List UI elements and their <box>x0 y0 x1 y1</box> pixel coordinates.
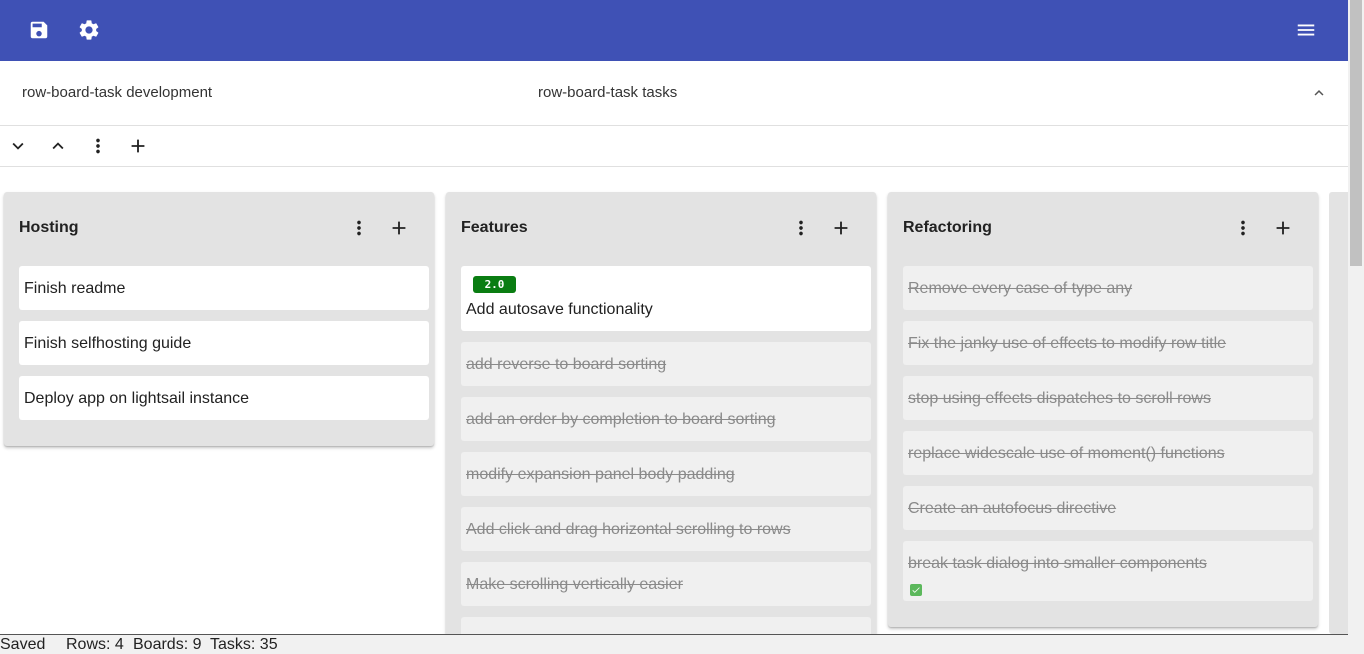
board-title: Hosting <box>19 219 79 236</box>
task-text: Add click and drag horizontal scrolling … <box>466 521 791 538</box>
board-hosting: Hosting Finish readme Finish selfhosting… <box>4 192 434 446</box>
task-text: add reverse to board sorting <box>466 356 667 373</box>
settings-button[interactable] <box>73 14 105 46</box>
scrollbar-thumb[interactable] <box>1350 0 1362 266</box>
top-toolbar <box>0 0 1348 61</box>
task-card[interactable]: Remove every case of type any <box>903 266 1313 310</box>
add-task-button[interactable] <box>387 216 411 240</box>
task-tag: 2.0 <box>473 276 516 293</box>
checklist-complete-icon <box>910 584 922 596</box>
chevron-up-icon <box>52 142 64 150</box>
task-text: Create an autofocus directive <box>908 500 1117 517</box>
task-card[interactable]: add an order by completion to board sort… <box>461 397 871 441</box>
chevron-up-icon <box>1314 90 1324 96</box>
board-title: Refactoring <box>903 219 992 236</box>
task-card[interactable]: Finish selfhosting guide <box>19 321 429 365</box>
row-panel-header[interactable]: row-board-task development row-board-tas… <box>0 61 1348 126</box>
chevron-down-icon <box>12 142 24 150</box>
menu-icon <box>1297 24 1315 36</box>
row-subtitle: row-board-task tasks <box>538 84 678 101</box>
task-card[interactable]: Finish readme <box>19 266 429 310</box>
task-text: break task dialog into smaller component… <box>908 555 1207 572</box>
more-vert-icon <box>96 138 100 154</box>
row-options-button[interactable] <box>86 134 110 158</box>
row-action-bar <box>0 126 1348 167</box>
rows-count: Rows: 4 <box>66 636 124 653</box>
task-card[interactable]: replace widescale use of moment() functi… <box>903 431 1313 475</box>
tasks-count: Tasks: 35 <box>210 636 278 653</box>
row-collapse-button[interactable] <box>1305 81 1333 105</box>
plus-icon <box>392 221 406 235</box>
task-text: Finish selfhosting guide <box>24 335 192 352</box>
task-card[interactable]: modify expansion panel body padding <box>461 452 871 496</box>
task-text: Deploy app on lightsail instance <box>24 390 250 407</box>
add-task-button[interactable] <box>1271 216 1295 240</box>
plus-icon <box>834 221 848 235</box>
add-task-button[interactable] <box>829 216 853 240</box>
save-button[interactable] <box>23 14 55 46</box>
task-card[interactable]: 2.0 Add autosave functionality <box>461 266 871 331</box>
vertical-scrollbar[interactable] <box>1348 0 1364 654</box>
add-board-button[interactable] <box>126 134 150 158</box>
task-card[interactable]: Fix the janky use of effects to modify r… <box>903 321 1313 365</box>
task-card[interactable]: Make scrolling vertically easier <box>461 562 871 606</box>
task-text: add an order by completion to board sort… <box>466 411 776 428</box>
board-partial <box>1329 192 1348 634</box>
task-text: Add autosave functionality <box>466 301 653 318</box>
task-card[interactable]: stop using effects dispatches to scroll … <box>903 376 1313 420</box>
board-refactoring: Refactoring Remove every case of type an… <box>888 192 1318 627</box>
main-menu-button[interactable] <box>1290 14 1322 46</box>
task-card[interactable]: add reverse to board sorting <box>461 342 871 386</box>
board-options-button[interactable] <box>347 216 371 240</box>
gear-icon <box>79 20 99 40</box>
task-text: stop using effects dispatches to scroll … <box>908 390 1211 407</box>
task-text: Finish readme <box>24 280 126 297</box>
expand-all-button[interactable] <box>6 134 30 158</box>
board-features: Features 2.0 Add autosave functionality … <box>446 192 876 634</box>
status-bar: Saved Rows: 4 Boards: 9 Tasks: 35 <box>0 634 1348 654</box>
task-card[interactable]: Deploy app on lightsail instance <box>19 376 429 420</box>
boards-count: Boards: 9 <box>133 636 202 653</box>
plus-icon <box>131 139 145 153</box>
more-vert-icon <box>799 220 803 236</box>
task-text: modify expansion panel body padding <box>466 466 735 483</box>
task-card[interactable]: Add click and drag horizontal scrolling … <box>461 507 871 551</box>
more-vert-icon <box>1241 220 1245 236</box>
collapse-all-button[interactable] <box>46 134 70 158</box>
task-card[interactable]: break task dialog into smaller component… <box>903 541 1313 601</box>
task-text: Remove every case of type any <box>908 280 1133 297</box>
task-card-partial[interactable] <box>461 617 871 634</box>
board-title: Features <box>461 219 528 236</box>
task-text: replace widescale use of moment() functi… <box>908 445 1225 462</box>
board-options-button[interactable] <box>789 216 813 240</box>
row-title: row-board-task development <box>22 84 213 101</box>
more-vert-icon <box>357 220 361 236</box>
save-icon <box>30 21 48 39</box>
task-text: Make scrolling vertically easier <box>466 576 683 593</box>
task-card[interactable]: Create an autofocus directive <box>903 486 1313 530</box>
board-options-button[interactable] <box>1231 216 1255 240</box>
save-status: Saved <box>0 636 46 653</box>
task-text: Fix the janky use of effects to modify r… <box>908 335 1227 352</box>
plus-icon <box>1276 221 1290 235</box>
